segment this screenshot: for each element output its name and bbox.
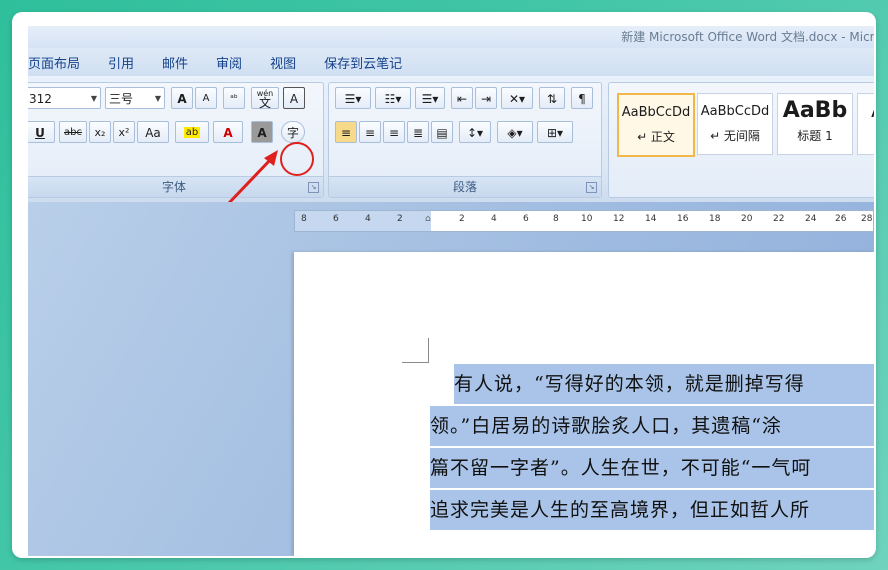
indent-marker-icon[interactable]: ⌂ bbox=[425, 214, 431, 224]
margin-corner-mark bbox=[402, 338, 429, 363]
document-page[interactable]: 有人说，“写得好的本领，就是删掉写得 领。”白居易的诗歌脍炙人口，其遗稿“涂 篇… bbox=[294, 252, 874, 556]
text-line[interactable]: 领。”白居易的诗歌脍炙人口，其遗稿“涂 bbox=[430, 406, 874, 446]
ruler-tick: 4 bbox=[491, 214, 497, 224]
ruler-tick: 18 bbox=[709, 214, 721, 224]
ruler-tick: 2 bbox=[397, 214, 403, 224]
ruler-tick: 12 bbox=[613, 214, 625, 224]
ruler-tick: 4 bbox=[365, 214, 371, 224]
ruler-tick: 2 bbox=[459, 214, 465, 224]
text-line[interactable]: 有人说，“写得好的本领，就是删掉写得 bbox=[454, 364, 874, 404]
ruler-tick: 10 bbox=[581, 214, 593, 224]
text-line[interactable]: 追求完美是人生的至高境界，但正如哲人所 bbox=[430, 490, 874, 530]
word-window: 新建 Microsoft Office Word 文档.docx - Micro… bbox=[28, 26, 874, 556]
ruler-tick: 6 bbox=[523, 214, 529, 224]
ruler-tick: 6 bbox=[333, 214, 339, 224]
ruler-tick: 28 bbox=[861, 214, 873, 224]
annotation-arrow bbox=[226, 150, 278, 206]
ruler-tick: 24 bbox=[805, 214, 817, 224]
ruler-tick: 20 bbox=[741, 214, 753, 224]
ruler-tick: 8 bbox=[301, 214, 307, 224]
ruler-tick: 8 bbox=[553, 214, 559, 224]
text-line[interactable]: 篇不留一字者”。人生在世，不可能“一气呵 bbox=[430, 448, 874, 488]
ruler-margin bbox=[295, 211, 431, 231]
ruler-tick: 26 bbox=[835, 214, 847, 224]
ruler-tick: 14 bbox=[645, 214, 657, 224]
ruler-tick: 16 bbox=[677, 214, 689, 224]
selected-paragraph[interactable]: 有人说，“写得好的本领，就是删掉写得 领。”白居易的诗歌脍炙人口，其遗稿“涂 篇… bbox=[430, 364, 874, 532]
horizontal-ruler[interactable]: 8 6 4 2 ⌂ 2 4 6 8 10 12 14 16 18 20 22 2… bbox=[294, 210, 874, 232]
screenshot-card: 新建 Microsoft Office Word 文档.docx - Micro… bbox=[12, 12, 876, 558]
ruler-tick: 22 bbox=[773, 214, 785, 224]
